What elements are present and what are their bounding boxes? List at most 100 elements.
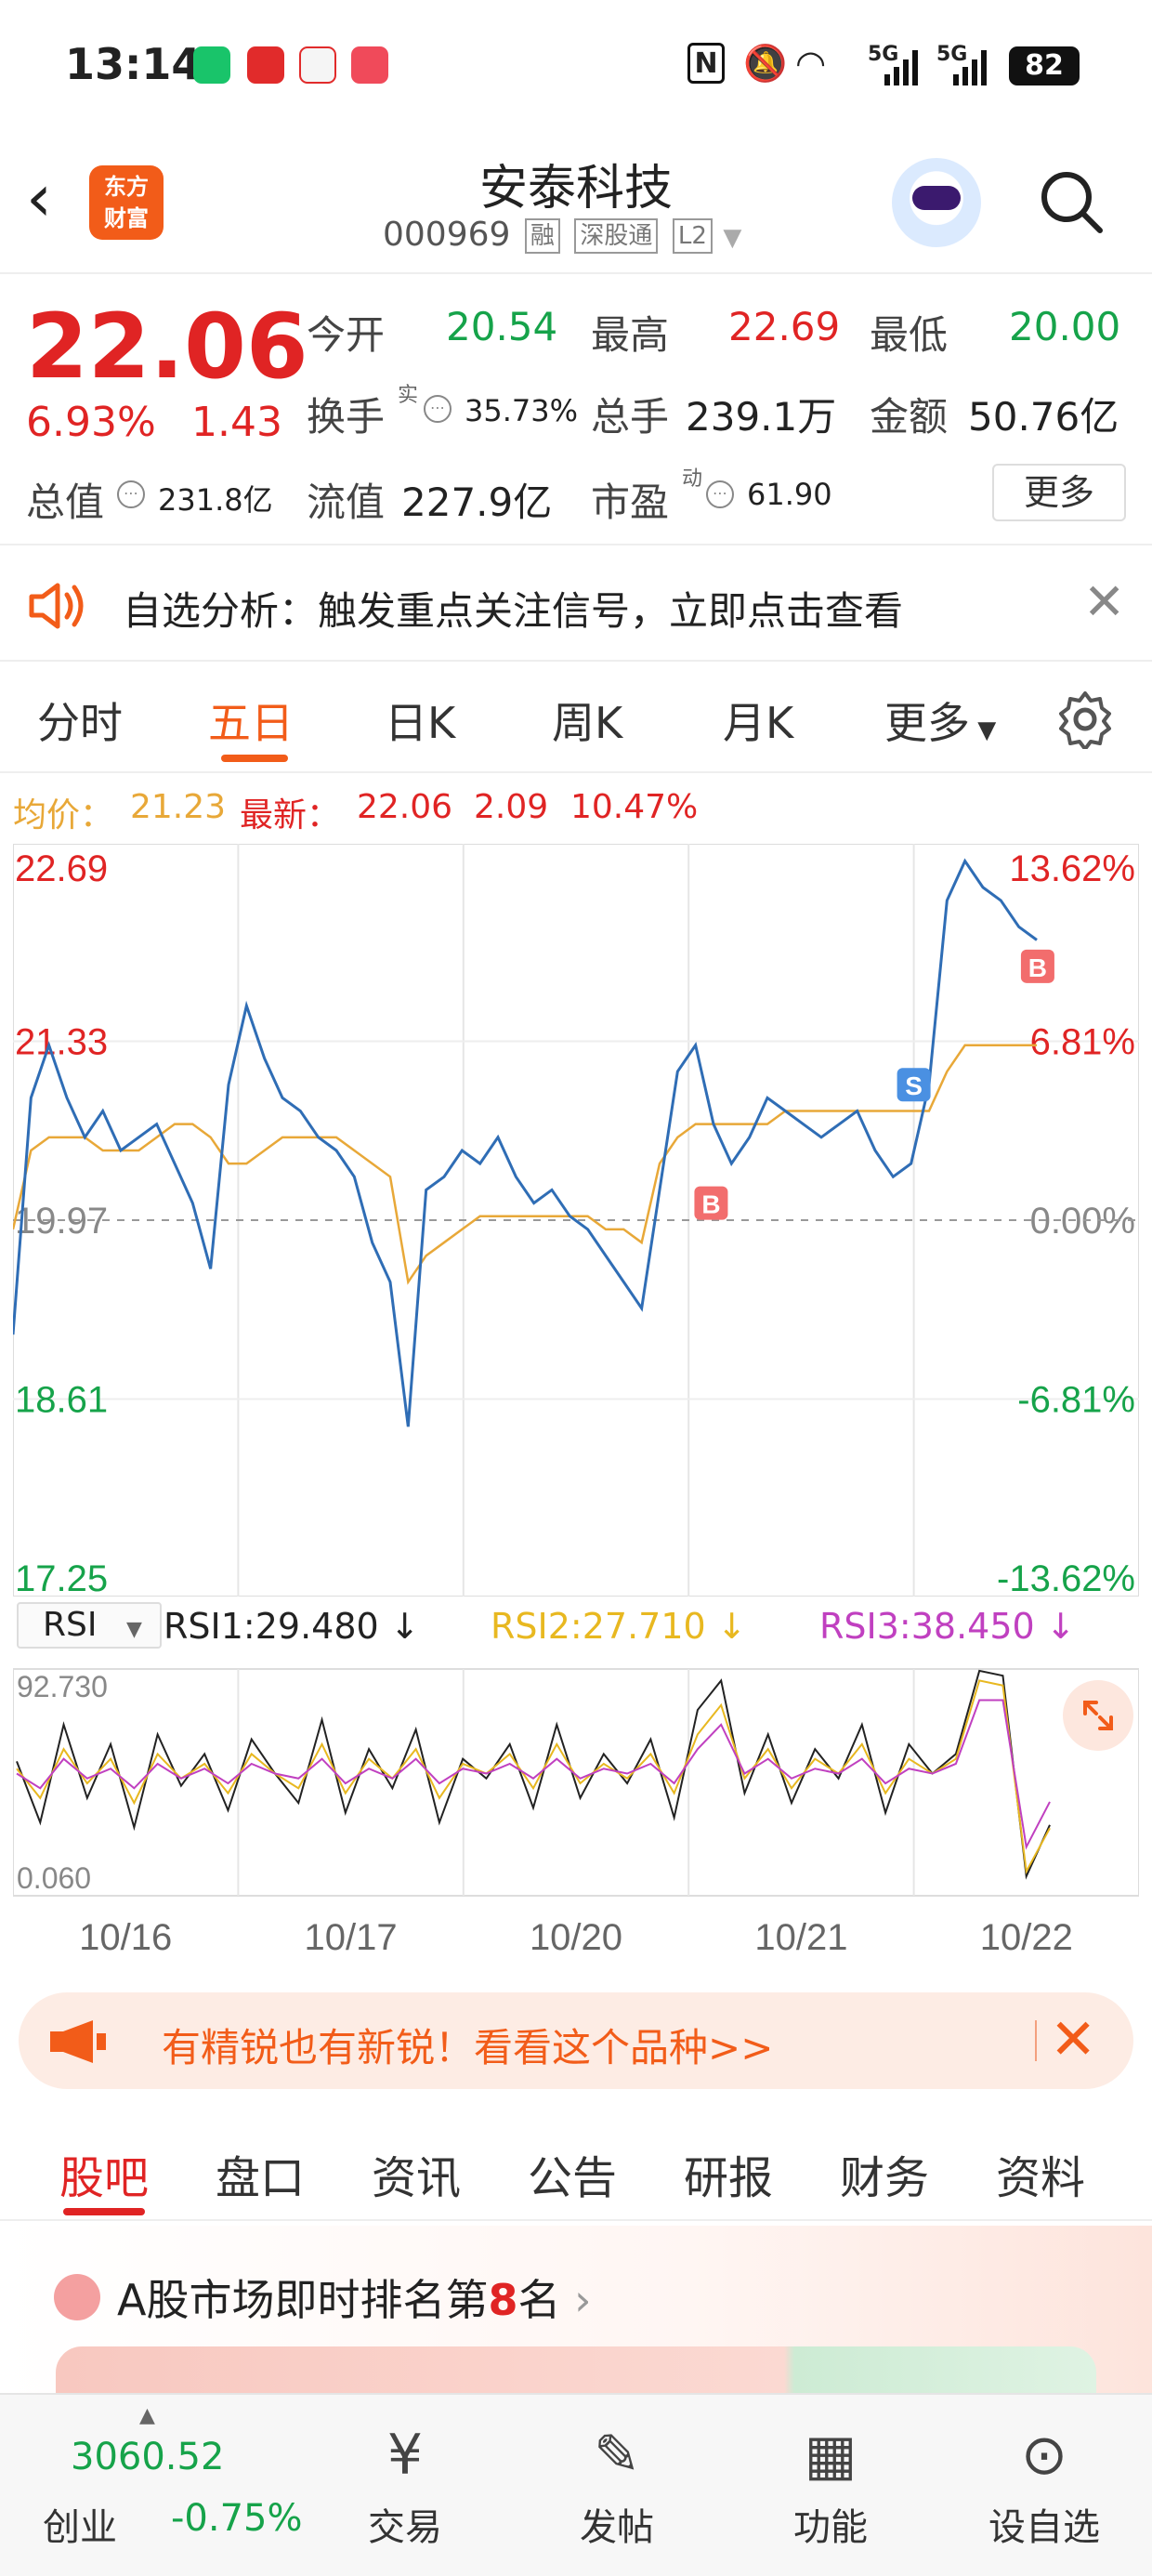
marker-label: B	[701, 1190, 720, 1219]
chevron-left-icon[interactable]: ‹	[26, 165, 52, 230]
close-icon[interactable]: ✕	[1050, 2007, 1096, 2072]
app-icon	[299, 46, 336, 84]
megaphone-icon	[50, 2020, 106, 2063]
status-time: 13:14	[65, 39, 202, 89]
nav-trade-label: 交易	[368, 2506, 442, 2549]
tab-news[interactable]: 资讯	[372, 2141, 461, 2206]
indicator-selector-label: RSI	[43, 1606, 98, 1644]
trade-marker-s: S	[897, 1068, 931, 1102]
turnover-value: 35.73%	[465, 393, 579, 428]
turnover-sup: 实	[398, 384, 419, 407]
close-icon[interactable]: ✕	[1083, 572, 1125, 631]
five-day-price-chart[interactable]: 22.69 13.62% 21.33 6.81% 19.97 0.00% 18.61 -6.8…	[11, 843, 1140, 1599]
chart-period-tabs: 分时 五日 日K 周K 月K 更多 ▼	[0, 662, 1152, 773]
tab-daily-k[interactable]: 日K	[385, 690, 455, 751]
rank-suffix: 名	[517, 2275, 561, 2325]
promo-text: 有精锐也有新锐！看看这个品种>>	[162, 2025, 774, 2070]
index-ticker[interactable]: ▲ 3060.52 创业 -0.75%	[0, 2395, 316, 2576]
info-icon[interactable]: ⋯	[117, 480, 145, 508]
nav-add-watchlist-label: 设自选	[988, 2506, 1100, 2549]
price-chart-svg: 22.69 13.62%21.33 6.81%19.97 0.00%18.61 -6.8…	[11, 843, 1140, 1599]
x-tick-label: 10/22	[980, 1917, 1073, 1958]
rsi-line-2	[16, 1679, 1051, 1875]
y-tick-right: 6.81%	[1030, 1022, 1135, 1063]
promo-divider	[1035, 2020, 1037, 2061]
signal-icon-2	[953, 50, 987, 85]
tag-level2: L2	[672, 218, 713, 254]
tab-announcements[interactable]: 公告	[528, 2141, 617, 2206]
latest-value: 22.06	[357, 788, 453, 826]
y-tick-left: 21.33	[15, 1022, 108, 1063]
market-rank-card[interactable]: A股市场即时排名第8名 ›	[0, 2226, 1152, 2393]
info-icon[interactable]: ⋯	[424, 395, 452, 423]
volume-value: 239.1万	[686, 394, 837, 440]
nav-functions-label: 功能	[793, 2506, 868, 2549]
stock-code-row[interactable]: 000969 融 深股通 L2 ▼	[383, 216, 741, 254]
indicator-selector[interactable]: RSI ▼	[17, 1602, 162, 1649]
float-value: 227.9亿	[401, 480, 553, 525]
tab-order-book[interactable]: 盘口	[216, 2141, 305, 2206]
tab-research[interactable]: 研报	[684, 2141, 773, 2206]
y-tick-right: -13.62%	[997, 1558, 1135, 1597]
watchlist-alert-banner[interactable]: 自选分析：触发重点关注信号，立即点击查看 ✕	[0, 548, 1152, 662]
tab-five-day[interactable]: 五日	[208, 690, 294, 751]
rsi-line-3	[16, 1699, 1051, 1850]
pe-sup: 动	[682, 467, 703, 491]
gear-icon[interactable]	[1055, 690, 1115, 749]
nav-functions[interactable]: ▦ 功能	[756, 2413, 905, 2551]
caret-down-icon: ▼	[125, 1618, 142, 1641]
chevron-right-icon: ›	[560, 2275, 592, 2325]
bottom-nav: ▲ 3060.52 创业 -0.75% ¥ 交易 ✎ 发帖 ▦ 功能 ⊙ 设自选	[0, 2393, 1152, 2576]
rsi2-legend: RSI2:27.710 ↓	[491, 1606, 747, 1647]
caret-down-icon: ▼	[970, 716, 997, 744]
amount-label: 金额	[870, 394, 949, 440]
tab-profile[interactable]: 资料	[996, 2141, 1085, 2206]
y-tick-right: 13.62%	[1009, 848, 1135, 889]
rank-bar	[56, 2346, 1096, 2393]
logo-line-2: 财富	[104, 205, 149, 231]
trade-icon: ¥	[386, 2423, 424, 2488]
tab-forum[interactable]: 股吧	[59, 2141, 149, 2206]
promo-banner[interactable]: 有精锐也有新锐！看看这个品种>> ✕	[19, 1992, 1133, 2089]
low-value: 20.00	[1009, 304, 1121, 349]
rsi1-legend: RSI1:29.480 ↓	[164, 1606, 420, 1647]
x-tick-label: 10/20	[530, 1917, 622, 1958]
tab-intraday[interactable]: 分时	[37, 690, 123, 751]
rsi3-legend-text: RSI3:38.450	[819, 1606, 1035, 1647]
rsi-y-max: 92.730	[17, 1670, 108, 1703]
rsi-y-min: 0.060	[17, 1861, 91, 1895]
rsi-chart-svg: 92.730 0.060 10/16 10/17 10/20 10/21 10/22	[12, 1668, 1140, 1958]
quote-panel: 22.06 6.93% 1.43 今开 20.54 最高 22.69 最低 20…	[0, 276, 1152, 545]
chart-summary-line: 均价： 21.23 最新： 22.06 2.09 10.47%	[0, 779, 1152, 835]
more-button[interactable]: 更多	[992, 464, 1126, 521]
marker-label: B	[1028, 953, 1047, 982]
expand-chart-button[interactable]	[1063, 1680, 1133, 1751]
y-tick-left: 18.61	[15, 1380, 108, 1421]
rsi-indicator-chart[interactable]: 92.730 0.060 10/16 10/17 10/20 10/21 10/22 RSI…	[12, 1598, 1140, 1958]
active-subtab-indicator	[63, 2208, 145, 2215]
rank-number: 8	[488, 2275, 518, 2325]
assistant-robot-icon[interactable]	[892, 158, 981, 247]
info-icon[interactable]: ⋯	[706, 480, 734, 508]
nav-trade[interactable]: ¥ 交易	[331, 2413, 479, 2551]
current-price: 22.06	[26, 295, 308, 399]
tab-weekly-k[interactable]: 周K	[552, 690, 622, 751]
tag-shenzhen-connect: 深股通	[574, 218, 659, 254]
wechat-icon	[193, 46, 230, 84]
avg-price-value: 21.23	[130, 788, 227, 826]
tab-more[interactable]: 更多 ▼	[884, 690, 996, 751]
open-label: 今开	[307, 312, 386, 358]
search-icon[interactable]	[1039, 169, 1104, 234]
tab-monthly-k[interactable]: 月K	[723, 690, 793, 751]
open-value: 20.54	[446, 304, 558, 349]
trade-marker-b: B	[694, 1186, 728, 1220]
y-tick-left: 22.69	[15, 848, 108, 889]
info-section-tabs: 股吧 盘口 资讯 公告 研报 财务 资料	[0, 2119, 1152, 2221]
tab-financials[interactable]: 财务	[840, 2141, 929, 2206]
eastmoney-logo[interactable]: 东方 财富	[89, 165, 164, 240]
nav-post[interactable]: ✎ 发帖	[543, 2413, 691, 2551]
tab-more-label: 更多	[884, 698, 970, 748]
nav-add-watchlist[interactable]: ⊙ 设自选	[970, 2413, 1119, 2551]
wifi-icon: ◠	[797, 43, 825, 84]
rank-prefix: A股市场即时排名第	[117, 2275, 489, 2325]
